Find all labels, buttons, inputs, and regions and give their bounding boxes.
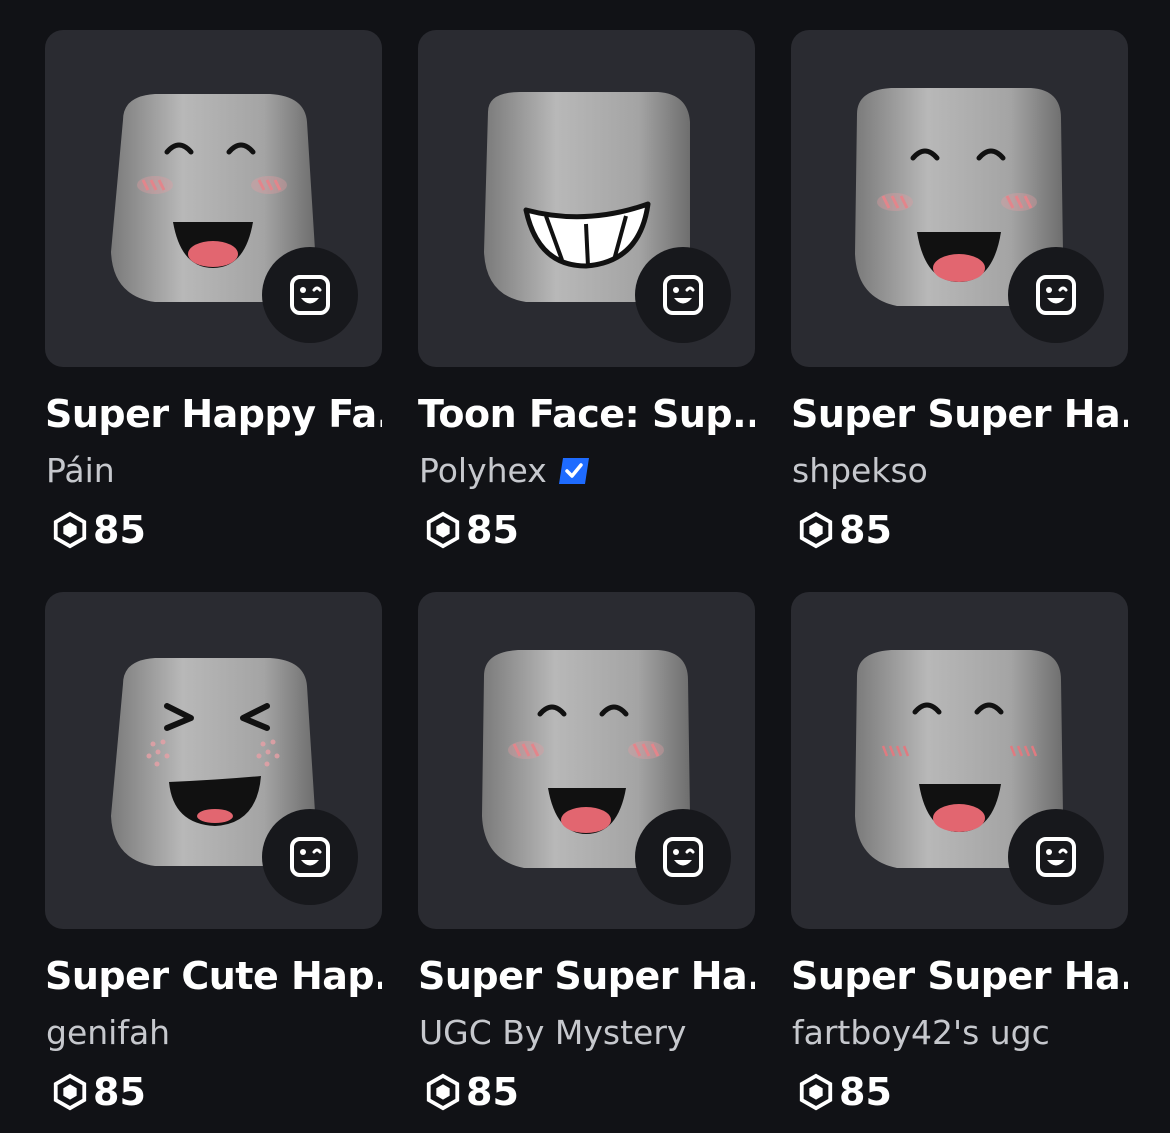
dynamic-head-badge xyxy=(262,809,358,905)
robux-icon xyxy=(53,1073,87,1111)
catalog-item-card[interactable]: Super Super Ha... UGC By Mystery 85 xyxy=(418,592,755,1129)
verified-badge-icon xyxy=(558,457,589,484)
item-thumbnail[interactable] xyxy=(45,592,382,929)
item-price: 85 xyxy=(51,1070,146,1114)
creator-name[interactable]: Polyhex xyxy=(419,451,547,490)
price-value: 85 xyxy=(93,508,146,552)
dynamic-head-badge xyxy=(1008,247,1104,343)
catalog-item-card[interactable]: Super Cute Hap... genifah 85 xyxy=(45,592,382,1129)
catalog-item-card[interactable]: Super Happy Fa... Páin 85 xyxy=(45,30,382,567)
item-creator[interactable]: shpekso xyxy=(792,451,928,490)
catalog-item-card[interactable]: Toon Face: Sup... Polyhex 85 xyxy=(418,30,755,567)
catalog-grid: Super Happy Fa... Páin 85 Toon Face: Sup… xyxy=(45,30,1128,1129)
creator-name[interactable]: fartboy42's ugc xyxy=(792,1013,1050,1052)
item-thumbnail[interactable] xyxy=(418,30,755,367)
item-title[interactable]: Super Super Ha... xyxy=(791,392,1128,436)
robux-icon xyxy=(799,511,833,549)
item-creator[interactable]: Polyhex xyxy=(419,451,591,490)
dynamic-head-icon xyxy=(663,275,703,315)
item-price: 85 xyxy=(424,1070,519,1114)
catalog-item-card[interactable]: Super Super Ha... fartboy42's ugc 85 xyxy=(791,592,1128,1129)
dynamic-head-icon xyxy=(663,837,703,877)
item-creator[interactable]: fartboy42's ugc xyxy=(792,1013,1050,1052)
robux-icon xyxy=(799,1073,833,1111)
item-title[interactable]: Super Cute Hap... xyxy=(45,954,382,998)
item-thumbnail[interactable] xyxy=(45,30,382,367)
item-thumbnail[interactable] xyxy=(418,592,755,929)
price-value: 85 xyxy=(466,1070,519,1114)
price-value: 85 xyxy=(466,508,519,552)
item-thumbnail[interactable] xyxy=(791,592,1128,929)
catalog-item-card[interactable]: Super Super Ha... shpekso 85 xyxy=(791,30,1128,567)
creator-name[interactable]: genifah xyxy=(46,1013,170,1052)
item-creator[interactable]: UGC By Mystery xyxy=(419,1013,686,1052)
price-value: 85 xyxy=(93,1070,146,1114)
dynamic-head-icon xyxy=(1036,275,1076,315)
dynamic-head-icon xyxy=(290,837,330,877)
item-title[interactable]: Super Super Ha... xyxy=(791,954,1128,998)
robux-icon xyxy=(426,511,460,549)
creator-name[interactable]: Páin xyxy=(46,451,115,490)
item-price: 85 xyxy=(51,508,146,552)
robux-icon xyxy=(53,511,87,549)
item-title[interactable]: Toon Face: Sup... xyxy=(418,392,755,436)
price-value: 85 xyxy=(839,508,892,552)
creator-name[interactable]: UGC By Mystery xyxy=(419,1013,686,1052)
item-creator[interactable]: Páin xyxy=(46,451,115,490)
creator-name[interactable]: shpekso xyxy=(792,451,928,490)
dynamic-head-icon xyxy=(1036,837,1076,877)
item-title[interactable]: Super Super Ha... xyxy=(418,954,755,998)
robux-icon xyxy=(426,1073,460,1111)
item-creator[interactable]: genifah xyxy=(46,1013,170,1052)
item-price: 85 xyxy=(797,1070,892,1114)
dynamic-head-badge xyxy=(635,809,731,905)
item-title[interactable]: Super Happy Fa... xyxy=(45,392,382,436)
price-value: 85 xyxy=(839,1070,892,1114)
dynamic-head-badge xyxy=(635,247,731,343)
dynamic-head-icon xyxy=(290,275,330,315)
item-thumbnail[interactable] xyxy=(791,30,1128,367)
dynamic-head-badge xyxy=(262,247,358,343)
dynamic-head-badge xyxy=(1008,809,1104,905)
item-price: 85 xyxy=(424,508,519,552)
item-price: 85 xyxy=(797,508,892,552)
